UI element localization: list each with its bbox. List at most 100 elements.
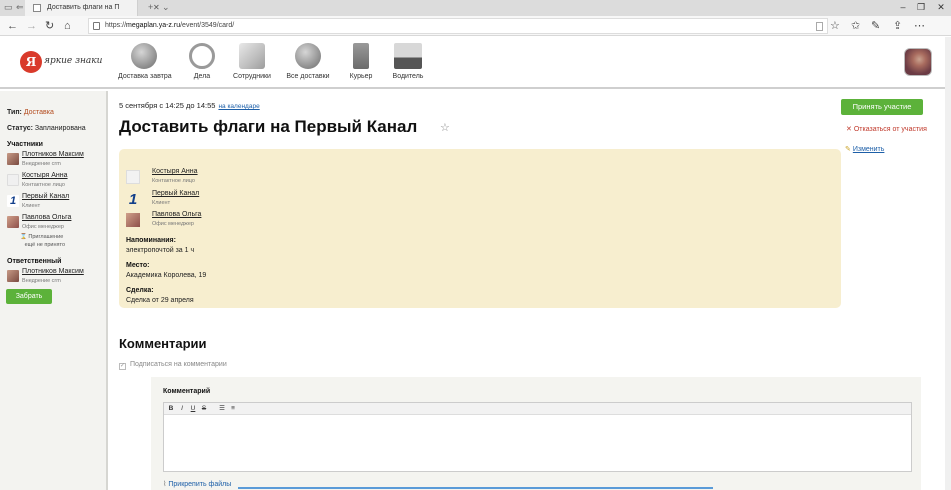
reading-view-icon[interactable] [816,22,823,31]
comment-form: Комментарий B I U S ☰ ≡ ⌇ Прикрепить фай… [151,377,921,490]
upload-dropzone-edge [238,487,713,489]
company-logo[interactable]: Я яркие знаки [20,51,102,73]
page-title: Доставить флаги на Первый Канал [119,117,418,136]
responsible-heading: Ответственный [7,258,62,265]
avatar [7,174,19,186]
page-scrollbar[interactable] [945,37,951,490]
forward-arrow-icon[interactable]: → [26,19,37,33]
responsible-item[interactable]: Плотников Максим Внедрение crm [7,268,107,288]
comment-editor[interactable]: B I U S ☰ ≡ [163,402,912,472]
event-date: 5 сентября с 14:25 до 14:55 на календаре [119,101,260,110]
refresh-icon[interactable]: ↻ [45,19,54,33]
comments-heading: Комментарии [119,336,207,351]
logo-text: яркие знаки [44,56,103,66]
tab-menu-chevron-icon[interactable]: ⌄ [162,2,170,13]
avatar [126,213,140,227]
browser-tab[interactable]: Доставить флаги на Пе ✕ [25,0,160,16]
nav-delivery-tomorrow[interactable]: Доставка завтра [118,43,172,80]
address-bar[interactable]: https://megaplan.ya-z.ru/event/3549/card… [88,18,828,34]
logo-letter: Я [20,51,42,73]
restore-icon[interactable]: ❐ [914,2,928,13]
italic-button[interactable]: I [177,404,187,414]
channel-one-logo-icon: 1 [7,195,19,207]
globe-icon [295,43,321,69]
back-arrow-icon[interactable]: ← [7,19,18,33]
cross-icon: ✕ [846,126,852,133]
attach-files-link[interactable]: ⌇ Прикрепить файлы [163,480,231,488]
home-icon[interactable]: ⌂ [64,19,71,33]
bullet-list-icon[interactable]: ☰ [217,404,227,414]
card-person[interactable]: Павлова Ольга Офис менеджер [126,211,326,231]
comment-label: Комментарий [163,388,211,395]
new-tab-icon[interactable]: + [148,2,153,12]
nav-driver[interactable]: Водитель [392,43,424,80]
more-menu-icon[interactable]: ⋯ [914,19,925,33]
close-tab-icon[interactable]: ✕ [153,3,160,12]
bold-button[interactable]: B [166,404,176,414]
browser-titlebar: ▭ ⇐ Доставить флаги на Пе ✕ + ⌄ – ❐ ✕ [0,0,951,16]
avatar [7,153,19,165]
edit-link[interactable]: ✎ Изменить [845,145,884,153]
tab-title: Доставить флаги на Пе [47,4,119,11]
app-header: Я яркие знаки Доставка завтра Дела Сотру… [0,37,951,89]
minimize-icon[interactable]: – [896,2,910,12]
card-person[interactable]: Костыря Анна Контактное лицо [126,168,326,188]
nav-all-deliveries[interactable]: Все доставки [286,43,330,80]
event-details-card: Костыря Анна Контактное лицо 1 Первый Ка… [119,149,841,308]
globe-icon [131,43,157,69]
deal-label: Сделка: [126,287,154,294]
reminder-label: Напоминания: [126,237,176,244]
subscribe-checkbox[interactable]: ✓ [119,363,126,370]
paperclip-icon: ⌇ [163,481,167,488]
close-window-icon[interactable]: ✕ [934,2,948,13]
editor-toolbar: B I U S ☰ ≡ [164,403,911,415]
truck-icon [394,43,422,69]
avatar [126,170,140,184]
cards-icon [239,43,265,69]
take-button[interactable]: Забрать [6,289,52,304]
hourglass-icon: ⌛ [20,234,27,240]
browser-navbar: ← → ↻ ⌂ https://megaplan.ya-z.ru/event/3… [0,16,951,36]
notes-icon[interactable]: ✎ [871,19,880,33]
tab-back-icon[interactable]: ⇐ [16,2,24,13]
participant-item[interactable]: Костыря Анна Контактное лицо [7,172,107,192]
participant-item[interactable]: 1 Первый Канал Клиент [7,193,107,213]
nav-courier[interactable]: Курьер [348,43,374,80]
user-avatar[interactable] [904,48,932,76]
favorite-star-icon[interactable]: ☆ [830,19,840,33]
accept-participation-button[interactable]: Принять участие [841,99,923,115]
calendar-link[interactable]: на календаре [218,103,259,110]
channel-one-logo-icon: 1 [128,191,138,208]
participants-heading: Участники [7,141,43,148]
avatar [7,216,19,228]
favorites-list-icon[interactable]: ✩ [851,19,860,33]
deal-value: Сделка от 29 апреля [126,297,194,304]
decline-participation-link[interactable]: ✕ Отказаться от участия [846,125,927,133]
invite-status: ⌛ Приглашение ещё не принято [20,234,66,248]
pencil-icon: ✎ [845,146,851,153]
nav-tasks[interactable]: Дела [187,43,217,80]
avatar [7,270,19,282]
type-value[interactable]: Доставка [24,109,54,116]
nav-employees[interactable]: Сотрудники [232,43,272,80]
place-value: Академика Королева, 19 [126,272,207,279]
hand-truck-icon [353,43,369,69]
page-favicon-icon [33,4,41,12]
type-row: Тип: Доставка [7,109,54,116]
subscribe-comments[interactable]: ✓ Подписаться на комментарии [119,361,227,370]
left-sidebar: Тип: Доставка Статус: Запланирована Учас… [0,91,108,490]
favorite-star-icon[interactable]: ☆ [440,121,450,134]
strikethrough-button[interactable]: S [199,404,209,414]
card-person[interactable]: 1 Первый Канал Клиент [126,190,326,210]
status-row: Статус: Запланирована [7,125,86,132]
participant-item[interactable]: Плотников Максим Внедрение crm [7,151,107,171]
numbered-list-icon[interactable]: ≡ [228,404,238,414]
lock-icon [93,22,100,30]
tab-list-icon[interactable]: ▭ [4,2,13,13]
url-text[interactable]: https://megaplan.ya-z.ru/event/3549/card… [105,22,234,29]
participant-item[interactable]: Павлова Ольга Офис менеджер [7,214,107,234]
status-value: Запланирована [34,125,86,132]
underline-button[interactable]: U [188,404,198,414]
share-icon[interactable]: ⇪ [893,19,902,33]
place-label: Место: [126,262,150,269]
